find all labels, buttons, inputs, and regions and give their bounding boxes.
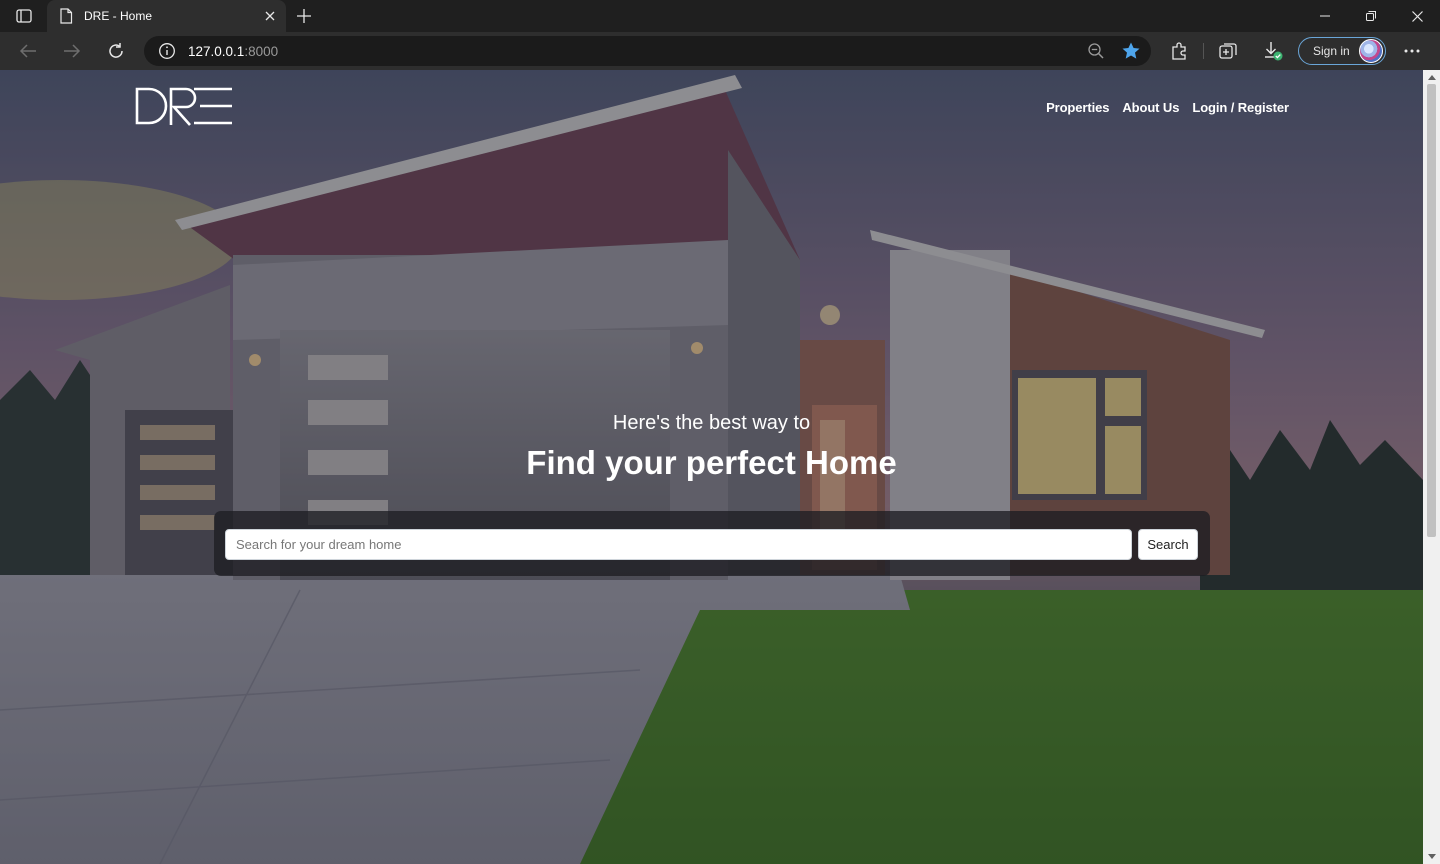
page-scrollbar[interactable] xyxy=(1423,70,1440,864)
restore-icon[interactable] xyxy=(1348,0,1394,32)
back-icon[interactable] xyxy=(14,37,42,65)
tab-actions-icon[interactable] xyxy=(12,6,36,26)
hero-lead-text: Here's the best way to xyxy=(612,412,811,434)
address-bar[interactable]: 127.0.0.1:8000 xyxy=(144,36,1151,66)
more-menu-icon[interactable] xyxy=(1401,40,1423,62)
browser-tab-bar: DRE - Home xyxy=(0,0,1440,32)
nav-link-about[interactable]: About Us xyxy=(1122,100,1179,115)
extensions-icon[interactable] xyxy=(1168,40,1190,62)
hero-headline: Find your perfect Home xyxy=(526,444,897,481)
search-button[interactable]: Search xyxy=(1138,529,1198,560)
toolbar-separator xyxy=(1203,43,1204,59)
refresh-icon[interactable] xyxy=(102,37,130,65)
search-input[interactable] xyxy=(225,529,1132,560)
dre-logo[interactable] xyxy=(134,86,234,128)
profile-avatar xyxy=(1359,39,1383,63)
close-window-icon[interactable] xyxy=(1394,0,1440,32)
collections-icon[interactable] xyxy=(1217,40,1239,62)
page-viewport: Properties About Us Login / Register Her… xyxy=(0,70,1440,864)
zoom-out-icon[interactable] xyxy=(1087,42,1105,60)
minimize-icon[interactable] xyxy=(1302,0,1348,32)
sign-in-label: Sign in xyxy=(1313,44,1350,58)
hero-section: Properties About Us Login / Register Her… xyxy=(0,70,1423,864)
scroll-down-arrow-icon[interactable] xyxy=(1427,852,1436,861)
nav-link-properties[interactable]: Properties xyxy=(1046,100,1109,115)
favorite-star-icon[interactable] xyxy=(1121,41,1141,61)
scroll-up-arrow-icon[interactable] xyxy=(1427,73,1436,82)
tab-close-icon[interactable] xyxy=(256,2,284,30)
url-text: 127.0.0.1:8000 xyxy=(188,43,279,59)
site-navbar: Properties About Us Login / Register xyxy=(1046,100,1289,115)
browser-toolbar: 127.0.0.1:8000 Sign in xyxy=(0,32,1440,70)
page-icon xyxy=(60,8,73,24)
sign-in-button[interactable]: Sign in xyxy=(1298,37,1386,65)
nav-link-login-register[interactable]: Login / Register xyxy=(1192,100,1289,115)
forward-icon[interactable] xyxy=(58,37,86,65)
tab-title: DRE - Home xyxy=(84,9,153,23)
scrollbar-thumb[interactable] xyxy=(1427,84,1436,537)
new-tab-icon[interactable] xyxy=(292,4,316,28)
downloads-icon[interactable] xyxy=(1262,40,1284,62)
search-panel: Search xyxy=(214,511,1210,576)
browser-tab-active[interactable]: DRE - Home xyxy=(47,0,286,32)
site-info-icon[interactable] xyxy=(158,42,176,60)
